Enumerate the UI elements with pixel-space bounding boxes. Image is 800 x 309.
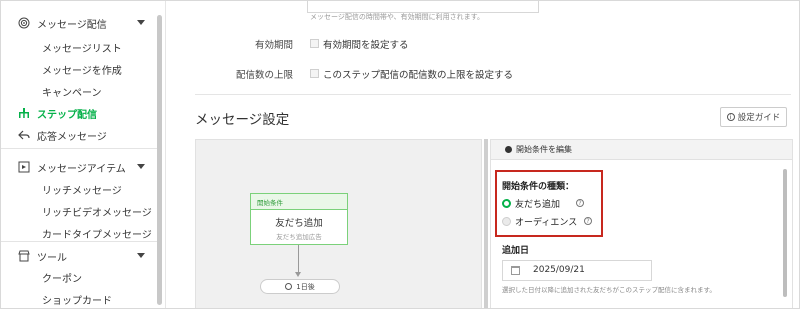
store-icon <box>17 249 31 263</box>
app-window: メッセージ配信 メッセージリスト メッセージを作成 キャンペーン ステップ配信 … <box>0 0 800 309</box>
sidebar-item-label: ショップカード <box>42 295 112 307</box>
section-divider <box>195 94 791 95</box>
sidebar-item-label: メッセージを作成 <box>42 65 122 77</box>
item-icon <box>17 160 31 174</box>
validity-checkbox[interactable] <box>310 39 319 48</box>
sidebar-item-step-delivery[interactable]: ステップ配信 <box>1 102 157 124</box>
clock-icon <box>285 283 293 290</box>
sidebar-item-label: リッチビデオメッセージ <box>42 207 152 219</box>
sidebar-item-campaign[interactable]: キャンペーン <box>1 80 157 102</box>
sidebar-item-label: 応答メッセージ <box>37 131 107 143</box>
sidebar-item-label: クーポン <box>42 273 82 285</box>
sidebar-item-coupon[interactable]: クーポン <box>1 266 157 288</box>
condition-type-title: 開始条件の種類： <box>502 182 575 192</box>
sidebar-item-rich-message[interactable]: リッチメッセージ <box>1 178 157 200</box>
radio-audience-label[interactable]: オーディエンス <box>515 215 577 228</box>
chevron-down-icon <box>137 20 145 25</box>
sidebar-item-label: メッセージリスト <box>42 43 122 55</box>
sidebar-item-tools[interactable]: ツール <box>1 245 157 267</box>
delay-pill[interactable]: 1日後 <box>260 279 340 294</box>
limit-checkbox-label[interactable]: このステップ配信の配信数の上限を設定する <box>323 67 513 81</box>
edit-start-condition-panel: 開始条件を編集 開始条件の種類： 友だち追加 ? オーディエンス ? 追加日 2… <box>490 139 793 308</box>
setup-guide-button[interactable]: i 設定ガイド <box>720 107 787 127</box>
reply-icon <box>17 128 31 142</box>
sidebar-item-label: メッセージアイテム <box>37 163 126 175</box>
added-date-hint: 選択した日付以降に追加された友だちがこのステップ配信に含まれます。 <box>502 286 716 294</box>
sidebar-divider <box>1 241 157 242</box>
sidebar-item-label: リッチメッセージ <box>42 185 122 197</box>
added-date-value: 2025/09/21 <box>533 265 585 275</box>
added-date-label: 追加日 <box>502 246 530 256</box>
main-content: メッセージ配信の時間帯や、有効期間に利用されます。 有効期間 有効期間を設定する… <box>167 1 799 308</box>
sidebar-item-rich-video-message[interactable]: リッチビデオメッセージ <box>1 200 157 222</box>
edit-icon <box>505 146 512 153</box>
node-header: 開始条件 <box>251 194 347 210</box>
sidebar-item-label: カードタイプメッセージ <box>42 229 152 241</box>
radio-friend-added-label[interactable]: 友だち追加 <box>515 197 560 210</box>
panel-scrollbar[interactable] <box>783 169 787 297</box>
step-icon <box>17 106 31 120</box>
setup-guide-label: 設定ガイド <box>737 113 781 123</box>
help-icon[interactable]: ? <box>584 217 592 225</box>
panel-header: 開始条件を編集 <box>491 140 792 160</box>
sidebar-item-message-list[interactable]: メッセージリスト <box>1 36 157 58</box>
radio-audience[interactable] <box>502 217 511 226</box>
node-subtitle: 友だち追加広告 <box>276 233 322 241</box>
radio-friend-added[interactable] <box>502 199 511 208</box>
sidebar-scrollbar[interactable] <box>157 15 162 305</box>
chevron-down-icon <box>137 253 145 258</box>
timezone-hint: メッセージ配信の時間帯や、有効期間に利用されます。 <box>310 13 484 21</box>
limit-label: 配信数の上限 <box>235 70 293 81</box>
sidebar: メッセージ配信 メッセージリスト メッセージを作成 キャンペーン ステップ配信 … <box>1 1 166 308</box>
info-icon: i <box>726 113 735 121</box>
sidebar-item-shop-card[interactable]: ショップカード <box>1 288 157 308</box>
added-date-input[interactable]: 2025/09/21 <box>502 260 652 281</box>
sidebar-item-auto-reply[interactable]: 応答メッセージ <box>1 124 157 146</box>
sidebar-item-message-items[interactable]: メッセージアイテム <box>1 156 157 178</box>
calendar-icon <box>511 266 520 275</box>
validity-label: 有効期間 <box>254 40 293 51</box>
limit-checkbox[interactable] <box>310 69 319 78</box>
chevron-down-icon <box>137 164 145 169</box>
sidebar-item-message-delivery[interactable]: メッセージ配信 <box>1 12 157 34</box>
sidebar-item-label: ステップ配信 <box>37 109 97 121</box>
delay-label: 1日後 <box>296 282 315 291</box>
sidebar-divider <box>1 148 157 149</box>
section-title: メッセージ設定 <box>195 112 290 128</box>
sidebar-item-label: ツール <box>37 252 67 264</box>
arrow-down-icon <box>295 272 301 277</box>
help-icon[interactable]: ? <box>576 199 584 207</box>
broadcast-icon <box>17 16 31 30</box>
flow-connector <box>298 245 299 275</box>
node-title: 友だち追加 <box>275 218 323 229</box>
sidebar-item-label: キャンペーン <box>42 87 102 99</box>
validity-checkbox-label[interactable]: 有効期間を設定する <box>323 37 409 51</box>
sidebar-item-label: メッセージ配信 <box>37 19 107 31</box>
panel-resize-handle[interactable] <box>484 139 488 308</box>
sidebar-item-create-message[interactable]: メッセージを作成 <box>1 58 157 80</box>
flow-canvas[interactable]: 開始条件 友だち追加 友だち追加広告 1日後 <box>195 139 482 308</box>
panel-header-label: 開始条件を編集 <box>516 145 572 154</box>
start-condition-node[interactable]: 開始条件 友だち追加 友だち追加広告 <box>250 193 348 245</box>
